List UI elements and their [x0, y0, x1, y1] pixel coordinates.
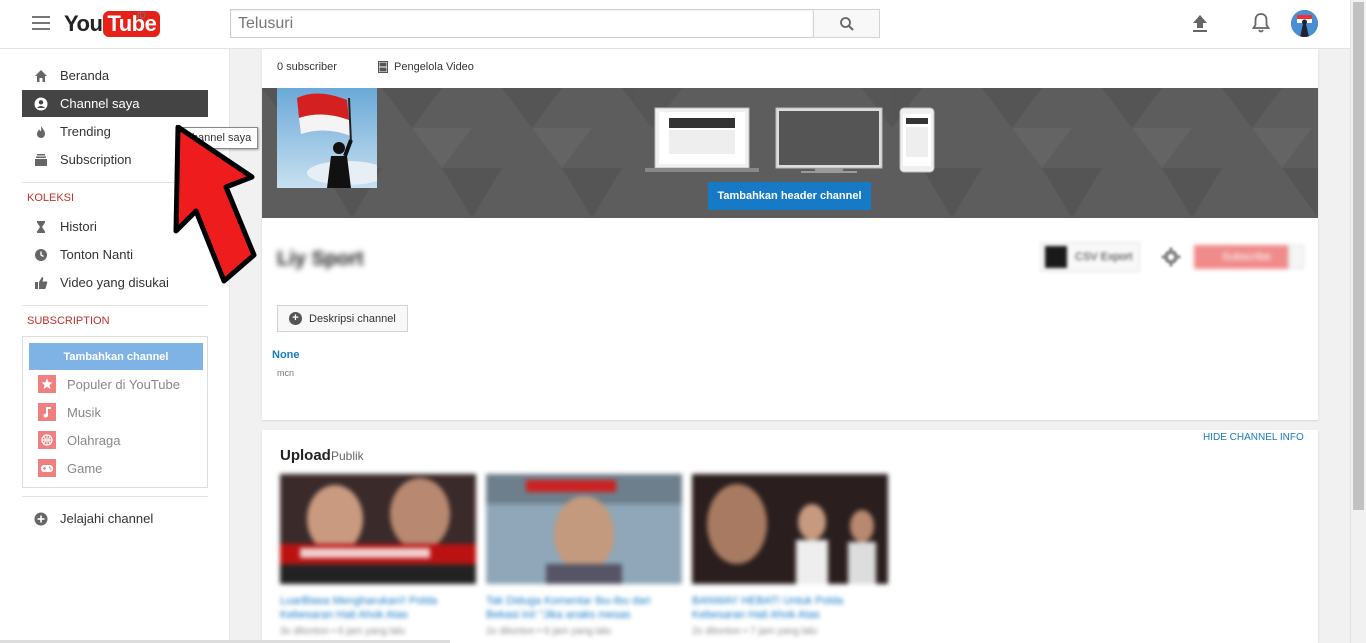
sidebar-item-label: Histori: [60, 219, 97, 234]
subscriber-count: 0 subscriber: [277, 61, 337, 73]
channel-banner: Tambahkan header channel: [262, 88, 1318, 218]
video-meta: 3x ditonton • 6 jam yang lalu: [280, 626, 406, 637]
search-icon: [839, 16, 854, 31]
sidebar-item-label: Subscription: [60, 152, 132, 167]
upload-section: HIDE CHANNEL INFO Upload Publik LuarBias…: [262, 430, 1318, 643]
hourglass-icon: [34, 220, 48, 234]
search-input[interactable]: [230, 9, 814, 38]
subscription-title: SUBSCRIPTION: [27, 315, 110, 327]
subscribe-count: [1288, 245, 1304, 269]
user-circle-icon: [34, 97, 48, 111]
upload-icon[interactable]: [1190, 13, 1210, 35]
upload-visibility: Publik: [331, 449, 364, 463]
channel-description-label: Deskripsi channel: [309, 312, 396, 325]
subscription-item-label: Game: [67, 460, 103, 476]
subscription-item-olahraga[interactable]: Olahraga: [38, 430, 120, 450]
country-code: ID: [137, 10, 146, 20]
video-title[interactable]: LuarBiasa Mengharukan!! Polda Kebesaran …: [280, 594, 476, 622]
sidebar-divider: [22, 305, 208, 306]
hide-channel-info-link[interactable]: HIDE CHANNEL INFO: [1203, 432, 1304, 443]
video-thumbnail[interactable]: [692, 474, 888, 584]
flame-icon: [34, 125, 48, 139]
subscription-item-label: Musik: [67, 404, 101, 420]
sidebar-divider: [22, 496, 208, 497]
csv-export-label: CSV Export: [1075, 251, 1133, 263]
video-meta: 2x ditonton • 6 jam yang lalu: [486, 626, 612, 637]
subscription-item-populer[interactable]: Populer di YouTube: [38, 374, 180, 394]
logo-tube-text: Tube: [103, 11, 161, 37]
red-arrow-annotation: [173, 125, 257, 284]
music-icon: [38, 403, 56, 421]
video-thumbnail[interactable]: [486, 474, 682, 584]
plus-icon: +: [289, 312, 302, 325]
home-icon: [34, 69, 48, 83]
device-illustration: [645, 106, 935, 176]
channel-avatar[interactable]: [277, 88, 377, 188]
subscribe-label: Subscribe: [1194, 245, 1288, 269]
subscription-item-musik[interactable]: Musik: [38, 402, 101, 422]
csv-export-icon: [1045, 246, 1067, 268]
sidebar-item-beranda[interactable]: Beranda: [22, 62, 208, 89]
plus-circle-icon: [34, 512, 48, 526]
subscription-item-label: Olahraga: [67, 432, 121, 448]
video-title[interactable]: BANWAY HEBAT! Untuk Polda Kebesaran Hati…: [692, 594, 888, 622]
channel-description-button[interactable]: + Deskripsi channel: [277, 305, 408, 332]
sidebar-item-jelajahi-channel[interactable]: Jelajahi channel: [22, 505, 208, 532]
channel-name: Liy Sport: [277, 248, 364, 270]
none-link[interactable]: None: [272, 349, 300, 361]
subscription-item-game[interactable]: Game: [38, 458, 102, 478]
scroll-thumb[interactable]: [1353, 2, 1364, 510]
sidebar-item-label: Channel saya: [60, 96, 140, 111]
sidebar-item-label: Jelajahi channel: [60, 511, 154, 526]
sidebar-item-channel-saya[interactable]: Channel saya: [22, 90, 208, 117]
koleksi-title: KOLEKSI: [27, 192, 75, 204]
gamepad-icon: [38, 459, 56, 477]
thumbs-up-icon: [34, 276, 48, 290]
add-channel-button[interactable]: Tambahkan channel: [29, 343, 203, 370]
video-meta: 2x ditonton • 7 jam yang lalu: [692, 626, 818, 637]
basketball-icon: [38, 431, 56, 449]
logo-you-text: You: [64, 11, 103, 36]
menu-icon[interactable]: [32, 16, 50, 32]
search-button[interactable]: [813, 9, 880, 38]
star-icon: [38, 375, 56, 393]
video-manager-label: Pengelola Video: [394, 61, 474, 73]
sidebar-item-label: Beranda: [60, 68, 110, 83]
bell-icon[interactable]: [1251, 12, 1271, 34]
sidebar-item-label: Trending: [60, 124, 111, 139]
page-scrollbar[interactable]: [1350, 0, 1366, 643]
clock-icon: [34, 248, 48, 262]
sidebar-item-label: Video yang disukai: [60, 275, 169, 290]
upload-title[interactable]: Upload: [280, 447, 331, 464]
sidebar-item-label: Tonton Nanti: [60, 247, 133, 262]
user-avatar[interactable]: [1291, 10, 1318, 37]
video-manager-icon: [378, 61, 388, 73]
subscribe-button[interactable]: Subscribe: [1194, 245, 1304, 269]
subscription-item-label: Populer di YouTube: [67, 376, 181, 392]
csv-export-button[interactable]: CSV Export: [1040, 242, 1140, 272]
gear-icon[interactable]: [1161, 247, 1181, 267]
masthead: You Tube ID: [0, 0, 1350, 49]
subscription-icon: [34, 153, 48, 167]
subscription-box: Tambahkan channel Populer di YouTube Mus…: [22, 336, 208, 488]
video-manager-link[interactable]: Pengelola Video: [378, 61, 474, 73]
mcn-text: mcn: [277, 368, 295, 378]
video-title[interactable]: Tak Diduga Komentar Ibu-Ibu dari Bekasi …: [486, 594, 682, 622]
channel-card: 0 subscriber Pengelola Video Tambahkan h…: [262, 49, 1318, 420]
video-thumbnail[interactable]: [280, 474, 476, 584]
add-header-button[interactable]: Tambahkan header channel: [708, 182, 871, 210]
